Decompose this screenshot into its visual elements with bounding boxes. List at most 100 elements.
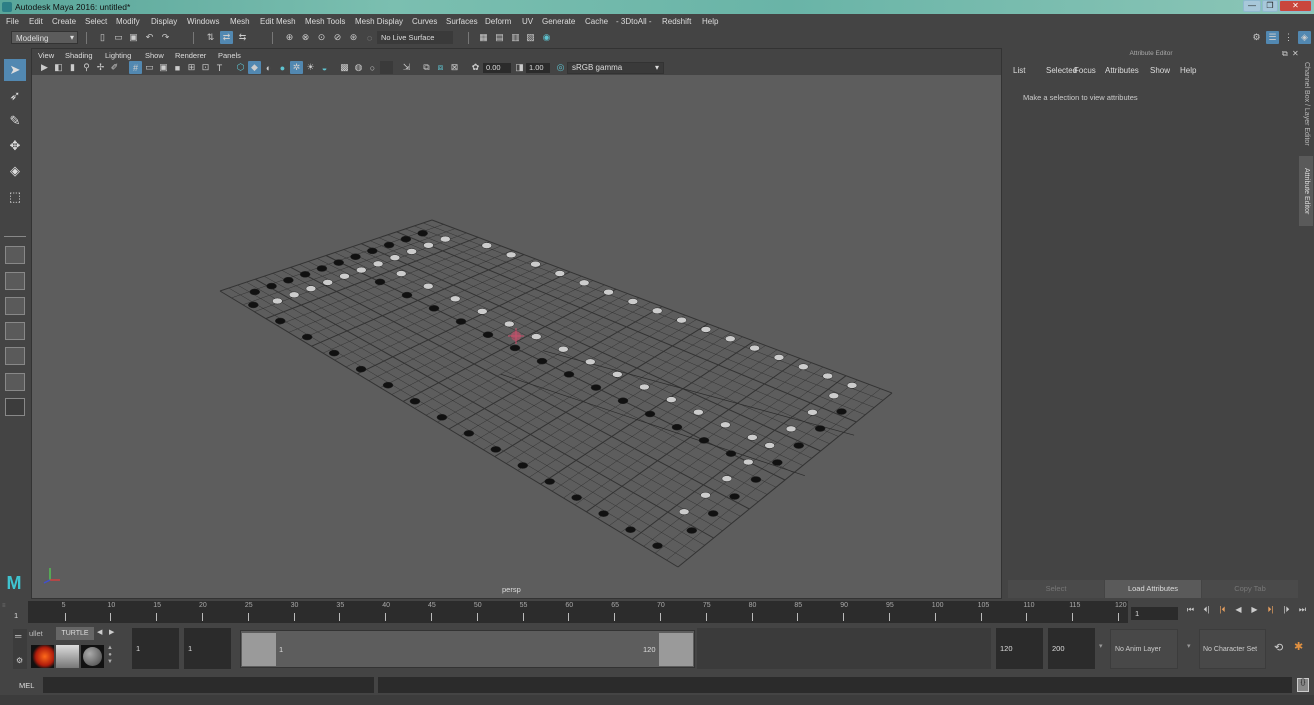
anim-layer-dropdown[interactable]: No Anim Layer [1110,629,1178,669]
menu-cache[interactable]: Cache [585,17,608,26]
menu-file[interactable]: File [6,17,19,26]
wireframe-on-shaded-icon[interactable]: ✲ [290,61,303,74]
menu-edit-mesh[interactable]: Edit Mesh [260,17,296,26]
shelf-tab-bullet[interactable]: ullet [29,629,43,638]
exposure-field[interactable]: 0.00 [483,63,511,73]
ae-menu-show[interactable]: Show [1150,66,1170,75]
redo-icon[interactable]: ↷ [159,31,172,44]
go-to-start-icon[interactable]: ⏮ [1183,605,1198,621]
animation-preferences-icon[interactable]: ✱ [1294,640,1303,653]
bookmark-icon[interactable]: ▮ [66,61,79,74]
modeling-toolkit-icon[interactable]: ⚙ [1250,31,1263,44]
xray-joints-icon[interactable]: ⧈ [434,61,447,74]
command-input[interactable] [43,677,374,693]
ae-menu-selected[interactable]: Selected [1046,66,1077,75]
vp-menu-view[interactable]: View [38,51,54,60]
make-live-icon[interactable]: ◌ [363,31,376,44]
color-space-dropdown[interactable]: sRGB gamma ▾ [567,62,664,74]
current-frame-field[interactable]: 1 [1131,607,1178,620]
anti-aliasing-icon[interactable]: ○ [366,61,379,74]
shelf-turtle-sphere-icon[interactable] [81,645,104,668]
auto-key-icon[interactable]: ⟲ [1274,641,1283,654]
color-management-icon[interactable]: ◎ [554,61,567,74]
menu-help[interactable]: Help [702,17,718,26]
shelf-settings-icon[interactable]: ⚙ [16,656,23,665]
channel-box-toggle-icon[interactable]: ◈ [1298,31,1311,44]
menu-display[interactable]: Display [151,17,177,26]
step-back-key-icon[interactable]: |⏴ [1215,605,1230,621]
field-chart-icon[interactable]: ⊞ [185,61,198,74]
restore-button[interactable]: ❐ [1262,0,1278,12]
menu-generate[interactable]: Generate [542,17,575,26]
safe-title-icon[interactable]: T [213,61,226,74]
playback-start-field[interactable]: 1 [184,628,231,669]
tab-channel-box-layer-editor[interactable]: Channel Box / Layer Editor [1299,54,1313,154]
undo-icon[interactable]: ↶ [143,31,156,44]
go-to-end-icon[interactable]: ⏭ [1295,605,1310,621]
range-start-handle[interactable] [242,633,276,666]
select-tool-icon[interactable]: ➤ [4,59,26,81]
start-time-field[interactable]: 1 [132,628,179,669]
ae-menu-list[interactable]: List [1013,66,1025,75]
new-scene-icon[interactable]: ▯ [96,31,109,44]
vp-menu-panels[interactable]: Panels [218,51,241,60]
playback-end-field[interactable]: 120 [996,628,1043,669]
xray-components-icon[interactable]: ⊠ [448,61,461,74]
menu-mesh-tools[interactable]: Mesh Tools [305,17,345,26]
step-forward-frame-icon[interactable]: |⏵ [1279,605,1294,621]
end-time-field[interactable]: 200 [1048,628,1095,669]
default-material-icon[interactable]: ◐ [262,61,275,74]
save-scene-icon[interactable]: ▣ [127,31,140,44]
snap-point-icon[interactable]: ⊙ [315,31,328,44]
vp-menu-lighting[interactable]: Lighting [105,51,131,60]
hypershade-icon[interactable]: ◉ [540,31,553,44]
shelf-scroll-icon[interactable]: ▲ ● ▼ [106,645,114,668]
select-object-icon[interactable]: ⇄ [220,31,233,44]
menu-modify[interactable]: Modify [116,17,140,26]
menu-3dtoall[interactable]: - 3DtoAll - [616,17,652,26]
ae-copy-tab-button[interactable]: Copy Tab [1202,580,1298,598]
timeline-ruler[interactable]: 1 5 10 15 20 25 30 35 40 45 50 55 60 65 70 75 80 85 90 95 1… [14,601,1128,623]
render-current-icon[interactable]: ▤ [493,31,506,44]
textured-icon[interactable]: ● [276,61,289,74]
menu-surfaces[interactable]: Surfaces [446,17,478,26]
2d-pan-zoom-icon[interactable]: ✢ [94,61,107,74]
minimize-button[interactable]: — [1243,0,1261,12]
rotate-tool-icon[interactable]: ◈ [4,160,26,182]
grid-toggle-icon[interactable]: # [129,61,142,74]
paint-select-tool-icon[interactable]: ✎ [4,110,26,132]
shelf-menu-icon[interactable]: ═ [15,631,21,641]
use-all-lights-icon[interactable]: ☀ [304,61,317,74]
select-component-icon[interactable]: ⇆ [236,31,249,44]
select-hierarchy-icon[interactable]: ⇅ [204,31,217,44]
menu-deform[interactable]: Deform [485,17,511,26]
menu-uv[interactable]: UV [522,17,533,26]
smooth-shade-icon[interactable]: ◆ [248,61,261,74]
step-forward-key-icon[interactable]: ⏵| [1263,605,1278,621]
float-panel-icon[interactable]: ⧉ [1282,49,1288,59]
vp-menu-shading[interactable]: Shading [65,51,93,60]
shelf-turtle-render-icon[interactable] [56,645,79,668]
shelf-turtle-bake-icon[interactable] [31,645,54,668]
camera-select-icon[interactable]: ▶ [38,61,51,74]
menu-select[interactable]: Select [85,17,107,26]
range-slider[interactable]: 1 120 [240,630,695,668]
attribute-editor-toggle-icon[interactable]: ☰ [1266,31,1279,44]
live-surface-field[interactable]: No Live Surface [377,31,453,44]
single-pane-layout-icon[interactable] [5,246,25,264]
character-set-dropdown[interactable]: No Character Set [1199,629,1266,669]
close-button[interactable]: ✕ [1279,0,1312,12]
hypershade-layout-icon[interactable] [5,373,25,391]
snap-view-plane-icon[interactable]: ⊘ [331,31,344,44]
persp-graph-layout-icon[interactable] [5,347,25,365]
menu-windows[interactable]: Windows [187,17,219,26]
ae-select-button[interactable]: Select [1008,580,1104,598]
image-plane-icon[interactable]: ⚲ [80,61,93,74]
safe-action-icon[interactable]: ⊡ [199,61,212,74]
shadows-icon[interactable]: ◒ [318,61,331,74]
tab-attribute-editor[interactable]: Attribute Editor [1299,156,1313,226]
shelf-tab-right-icon[interactable]: ▶ [109,628,114,636]
lasso-tool-icon[interactable]: ➶ [4,85,26,107]
exposure-icon[interactable]: ✿ [469,61,482,74]
vp-menu-renderer[interactable]: Renderer [175,51,206,60]
